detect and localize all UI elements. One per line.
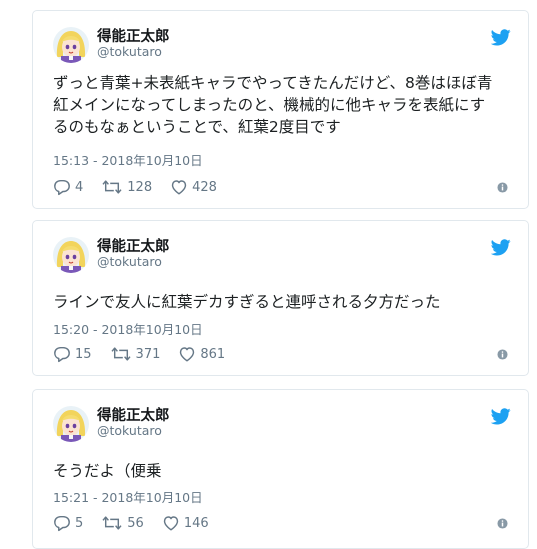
twitter-bird-icon[interactable] bbox=[491, 29, 511, 46]
heart-icon bbox=[178, 345, 196, 363]
reply-count: 15 bbox=[75, 346, 92, 362]
twitter-bird-icon[interactable] bbox=[491, 408, 511, 425]
tweet-timestamp[interactable]: 15:20 - 2018年10月10日 bbox=[53, 319, 203, 338]
display-name[interactable]: 得能正太郎 bbox=[97, 404, 170, 425]
retweet-count: 371 bbox=[135, 346, 161, 362]
retweet-button[interactable]: 128 bbox=[101, 178, 152, 196]
tweet-card[interactable]: 得能正太郎 @tokutaro そうだよ（便乗 15:21 - 2018年10月… bbox=[32, 389, 529, 549]
like-button[interactable]: 428 bbox=[170, 178, 217, 196]
reply-icon bbox=[53, 178, 71, 196]
info-icon[interactable] bbox=[497, 349, 508, 360]
retweet-count: 56 bbox=[127, 515, 144, 531]
retweet-count: 128 bbox=[127, 179, 153, 195]
tweet-actions: 4 128 428 bbox=[53, 177, 235, 197]
tweet-timestamp[interactable]: 15:13 - 2018年10月10日 bbox=[53, 150, 203, 169]
reply-button[interactable]: 15 bbox=[53, 345, 92, 363]
tweet-card[interactable]: 得能正太郎 @tokutaro ラインで友人に紅葉デカすぎると連呼される夕方だっ… bbox=[32, 220, 529, 376]
display-name[interactable]: 得能正太郎 bbox=[97, 235, 170, 256]
reply-count: 4 bbox=[75, 179, 84, 195]
reply-button[interactable]: 5 bbox=[53, 514, 83, 532]
tweet-timestamp[interactable]: 15:21 - 2018年10月10日 bbox=[53, 487, 203, 506]
username-handle[interactable]: @tokutaro bbox=[97, 44, 162, 59]
like-count: 861 bbox=[200, 346, 226, 362]
username-handle[interactable]: @tokutaro bbox=[97, 423, 162, 438]
tweet-actions: 15 371 861 bbox=[53, 344, 243, 364]
info-icon[interactable] bbox=[497, 518, 508, 529]
like-button[interactable]: 146 bbox=[162, 514, 209, 532]
retweet-icon bbox=[101, 178, 123, 196]
username-handle[interactable]: @tokutaro bbox=[97, 254, 162, 269]
like-count: 146 bbox=[183, 515, 209, 531]
twitter-bird-icon[interactable] bbox=[491, 239, 511, 256]
heart-icon bbox=[162, 514, 180, 532]
avatar[interactable] bbox=[53, 406, 89, 442]
reply-icon bbox=[53, 345, 71, 363]
retweet-icon bbox=[110, 345, 132, 363]
heart-icon bbox=[170, 178, 188, 196]
avatar[interactable] bbox=[53, 27, 89, 63]
retweet-button[interactable]: 56 bbox=[101, 514, 144, 532]
tweet-text: ずっと青葉+未表紙キャラでやってきたんだけど、8巻はほぼ青 紅メインになってしま… bbox=[53, 74, 493, 136]
tweet-text: そうだよ（便乗 bbox=[53, 462, 162, 480]
reply-count: 5 bbox=[75, 515, 84, 531]
display-name[interactable]: 得能正太郎 bbox=[97, 25, 170, 46]
retweet-icon bbox=[101, 514, 123, 532]
reply-icon bbox=[53, 514, 71, 532]
like-button[interactable]: 861 bbox=[178, 345, 225, 363]
tweet-card[interactable]: 得能正太郎 @tokutaro ずっと青葉+未表紙キャラでやってきたんだけど、8… bbox=[32, 10, 529, 209]
tweet-text: ラインで友人に紅葉デカすぎると連呼される夕方だった bbox=[53, 293, 441, 311]
retweet-button[interactable]: 371 bbox=[110, 345, 161, 363]
like-count: 428 bbox=[192, 179, 217, 195]
tweet-actions: 5 56 146 bbox=[53, 513, 227, 533]
info-icon[interactable] bbox=[497, 182, 508, 193]
reply-button[interactable]: 4 bbox=[53, 178, 83, 196]
avatar[interactable] bbox=[53, 237, 89, 273]
